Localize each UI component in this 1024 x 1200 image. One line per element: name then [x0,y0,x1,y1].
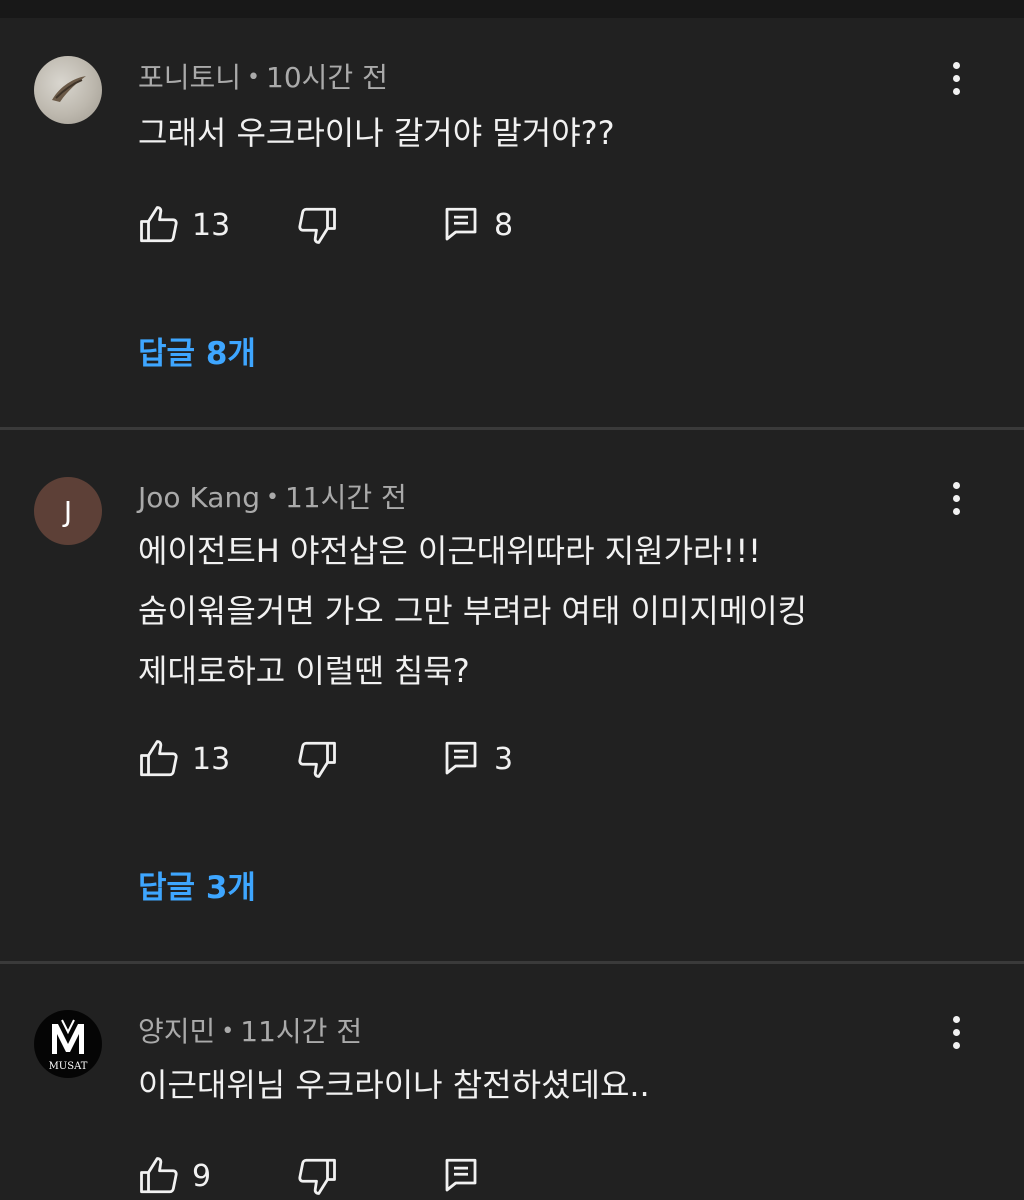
comment-meta: 양지민 • 11시간 전 [138,1010,362,1050]
comment-icon [445,741,477,775]
comment-text: 이근대위님 우크라이나 참전하셨데요.. [138,1066,650,1104]
comment-author[interactable]: 포니토니 [138,61,241,94]
comment-actions: 13 3 [138,737,638,781]
reply-count: 8 [494,207,514,243]
separator-dot: • [265,485,279,510]
comment-actions: 13 8 [138,203,638,247]
divider [0,961,1024,964]
dislike-button[interactable] [296,1154,338,1198]
separator-dot: • [247,65,261,90]
more-vert-icon[interactable] [946,62,966,102]
reply-count: 3 [494,741,514,777]
comment-time: 11시간 전 [284,481,407,514]
comment-icon [445,207,477,241]
like-button[interactable]: 9 [138,1154,211,1198]
separator-dot: • [221,1019,235,1044]
reply-button[interactable] [440,1154,482,1198]
more-vert-icon[interactable] [946,1016,966,1056]
divider [0,427,1024,430]
comment-time: 10시간 전 [266,61,388,94]
comment-text: 에이전트H 야전삽은 이근대위따라 지원가라!!! 숨이윆을거면 가오 그만 부… [138,532,808,690]
view-replies-link[interactable]: 답글 8개 [138,328,256,373]
comment-meta: Joo Kang • 11시간 전 [138,476,407,516]
like-button[interactable]: 13 [138,737,230,781]
like-button[interactable]: 13 [138,203,230,247]
comment-author[interactable]: 양지민 [138,1015,215,1048]
comment-text: 그래서 우크라이나 갈거야 말거야?? [138,114,615,152]
svg-text:MUSAT: MUSAT [49,1061,88,1072]
comment-time: 11시간 전 [240,1015,363,1048]
thumbs-down-icon [298,207,336,244]
like-count: 13 [192,207,231,243]
top-edge [0,0,1024,18]
thumbs-up-icon [140,740,178,777]
dislike-button[interactable] [296,737,338,781]
comment-actions: 9 [138,1154,638,1198]
reply-button[interactable]: 3 [440,737,513,781]
like-count: 9 [192,1158,212,1194]
thumbs-down-icon [298,1158,336,1195]
avatar[interactable]: J [34,477,102,545]
thumbs-down-icon [298,741,336,778]
view-replies-link[interactable]: 답글 3개 [138,862,256,907]
avatar[interactable]: MUSAT [34,1010,102,1078]
comment-author[interactable]: Joo Kang [138,481,260,514]
thumbs-up-icon [140,206,178,243]
comment-icon [445,1158,477,1192]
avatar-image [52,76,86,102]
avatar[interactable] [34,56,102,124]
like-count: 13 [192,741,231,777]
dislike-button[interactable] [296,203,338,247]
musat-logo: MUSAT [49,1019,88,1072]
thumbs-up-icon [140,1157,178,1194]
reply-button[interactable]: 8 [440,203,513,247]
comment-meta: 포니토니 • 10시간 전 [138,56,388,96]
more-vert-icon[interactable] [946,482,966,522]
